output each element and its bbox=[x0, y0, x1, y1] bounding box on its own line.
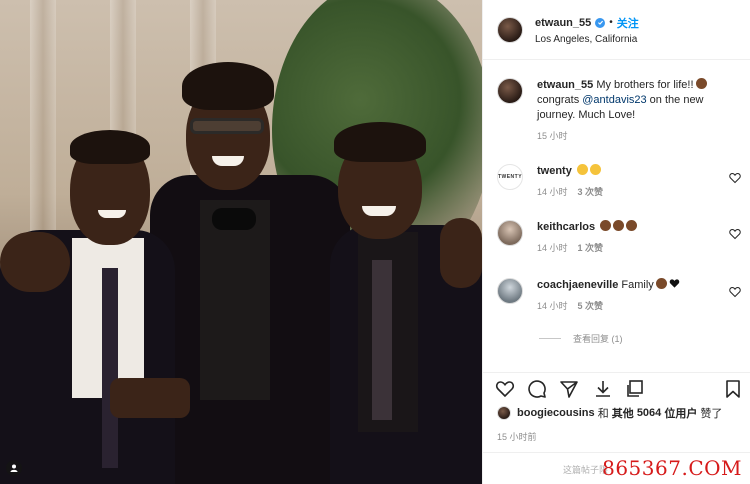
comment-likes[interactable]: 3 次赞 bbox=[578, 185, 604, 200]
avatar bbox=[497, 406, 511, 420]
bookmark-icon[interactable] bbox=[723, 379, 743, 399]
download-icon[interactable] bbox=[593, 379, 613, 399]
comment-username[interactable]: coachjaeneville bbox=[537, 279, 618, 291]
likes-user[interactable]: boogiecousins bbox=[517, 407, 595, 419]
muscle-emoji-icon bbox=[600, 220, 612, 231]
muscle-emoji-icon bbox=[655, 278, 667, 289]
list-item: TWENTY twenty 14 小时 3 次赞 bbox=[497, 164, 741, 200]
heart-icon[interactable] bbox=[729, 286, 741, 298]
likes-unit: 位用户 bbox=[664, 408, 698, 420]
person-right-hair bbox=[334, 122, 426, 162]
person-right-tie bbox=[372, 260, 392, 420]
caption-username[interactable]: etwaun_55 bbox=[537, 79, 593, 91]
clap-emoji-icon bbox=[576, 164, 588, 175]
post-side-panel: etwaun_55 • 关注 Los Angeles, California e… bbox=[482, 0, 750, 484]
arm-right bbox=[440, 218, 482, 288]
comment-text: Family bbox=[621, 279, 654, 291]
avatar-text: TWENTY bbox=[497, 174, 523, 180]
comment-username[interactable]: keithcarlos bbox=[537, 221, 595, 233]
heart-icon[interactable] bbox=[729, 228, 741, 240]
peace-sign-hand bbox=[110, 378, 190, 418]
person-center-shirt bbox=[200, 200, 270, 400]
comment-likes[interactable]: 5 次赞 bbox=[578, 299, 604, 314]
list-item: coachjaeneville Family 14 小时 5 次赞 bbox=[497, 278, 741, 314]
avatar[interactable] bbox=[497, 220, 523, 246]
caption-time: 15 小时 bbox=[537, 131, 568, 141]
comment-icon[interactable] bbox=[527, 379, 547, 399]
post-time[interactable]: 15 小时前 bbox=[497, 430, 537, 443]
comment-username[interactable]: twenty bbox=[537, 165, 572, 177]
person-left-tie bbox=[102, 268, 118, 468]
avatar[interactable] bbox=[497, 16, 523, 43]
follow-button[interactable]: 关注 bbox=[617, 15, 639, 31]
action-bar bbox=[483, 372, 750, 402]
post-header: etwaun_55 • 关注 Los Angeles, California bbox=[483, 0, 750, 60]
list-item: keithcarlos 14 小时 1 次赞 bbox=[497, 220, 741, 256]
verified-icon bbox=[595, 17, 606, 28]
black-heart-emoji-icon bbox=[669, 279, 680, 288]
watermark-text: 865367.COM bbox=[602, 456, 742, 480]
muscle-emoji-icon bbox=[613, 220, 625, 231]
bow-tie bbox=[212, 208, 256, 230]
post-photo[interactable] bbox=[0, 0, 482, 484]
avatar[interactable]: TWENTY bbox=[497, 164, 523, 190]
caption: etwaun_55 My brothers for life!! congrat… bbox=[497, 78, 741, 144]
person-right-smile bbox=[362, 206, 396, 216]
person-left-smile bbox=[98, 210, 126, 218]
caption-text: congrats bbox=[537, 94, 583, 106]
avatar[interactable] bbox=[497, 278, 523, 304]
separator-dot: • bbox=[609, 17, 613, 28]
divider bbox=[539, 338, 561, 339]
header-username[interactable]: etwaun_55 bbox=[535, 17, 591, 29]
comment-time: 14 小时 bbox=[537, 243, 568, 253]
person-center-smile bbox=[212, 156, 244, 166]
muscle-emoji-icon bbox=[695, 78, 707, 89]
clap-emoji-icon bbox=[589, 164, 601, 175]
likes-and: 和 bbox=[597, 408, 609, 420]
muscle-emoji-icon bbox=[626, 220, 638, 231]
person-center-glasses bbox=[190, 118, 264, 134]
view-replies-label: 查看回复 (1) bbox=[573, 334, 623, 344]
view-replies-button[interactable]: 查看回复 (1) bbox=[539, 332, 623, 345]
likes-others[interactable]: 其他 bbox=[612, 405, 634, 421]
share-icon[interactable] bbox=[559, 379, 579, 399]
likes-count[interactable]: 5064 bbox=[637, 407, 661, 419]
person-center-hair bbox=[182, 62, 274, 110]
caption-text: My brothers for life!! bbox=[596, 79, 694, 91]
heart-icon[interactable] bbox=[729, 172, 741, 184]
location-link[interactable]: Los Angeles, California bbox=[535, 34, 639, 45]
user-tag-icon[interactable] bbox=[6, 460, 22, 476]
comments-list: etwaun_55 My brothers for life!! congrat… bbox=[483, 60, 750, 365]
comment-time: 14 小时 bbox=[537, 301, 568, 311]
gallery-icon[interactable] bbox=[625, 379, 645, 399]
comment-likes[interactable]: 1 次赞 bbox=[578, 241, 604, 256]
comment-time: 14 小时 bbox=[537, 187, 568, 197]
avatar[interactable] bbox=[497, 78, 523, 104]
heart-icon[interactable] bbox=[495, 379, 515, 399]
arm-left bbox=[0, 232, 70, 292]
likes-suffix: 赞了 bbox=[700, 408, 723, 420]
likes-summary[interactable]: boogiecousins 和 其他 5064 位用户 赞了 bbox=[497, 405, 722, 421]
mention-link[interactable]: @antdavis23 bbox=[582, 94, 646, 106]
person-left-hair bbox=[70, 130, 150, 164]
